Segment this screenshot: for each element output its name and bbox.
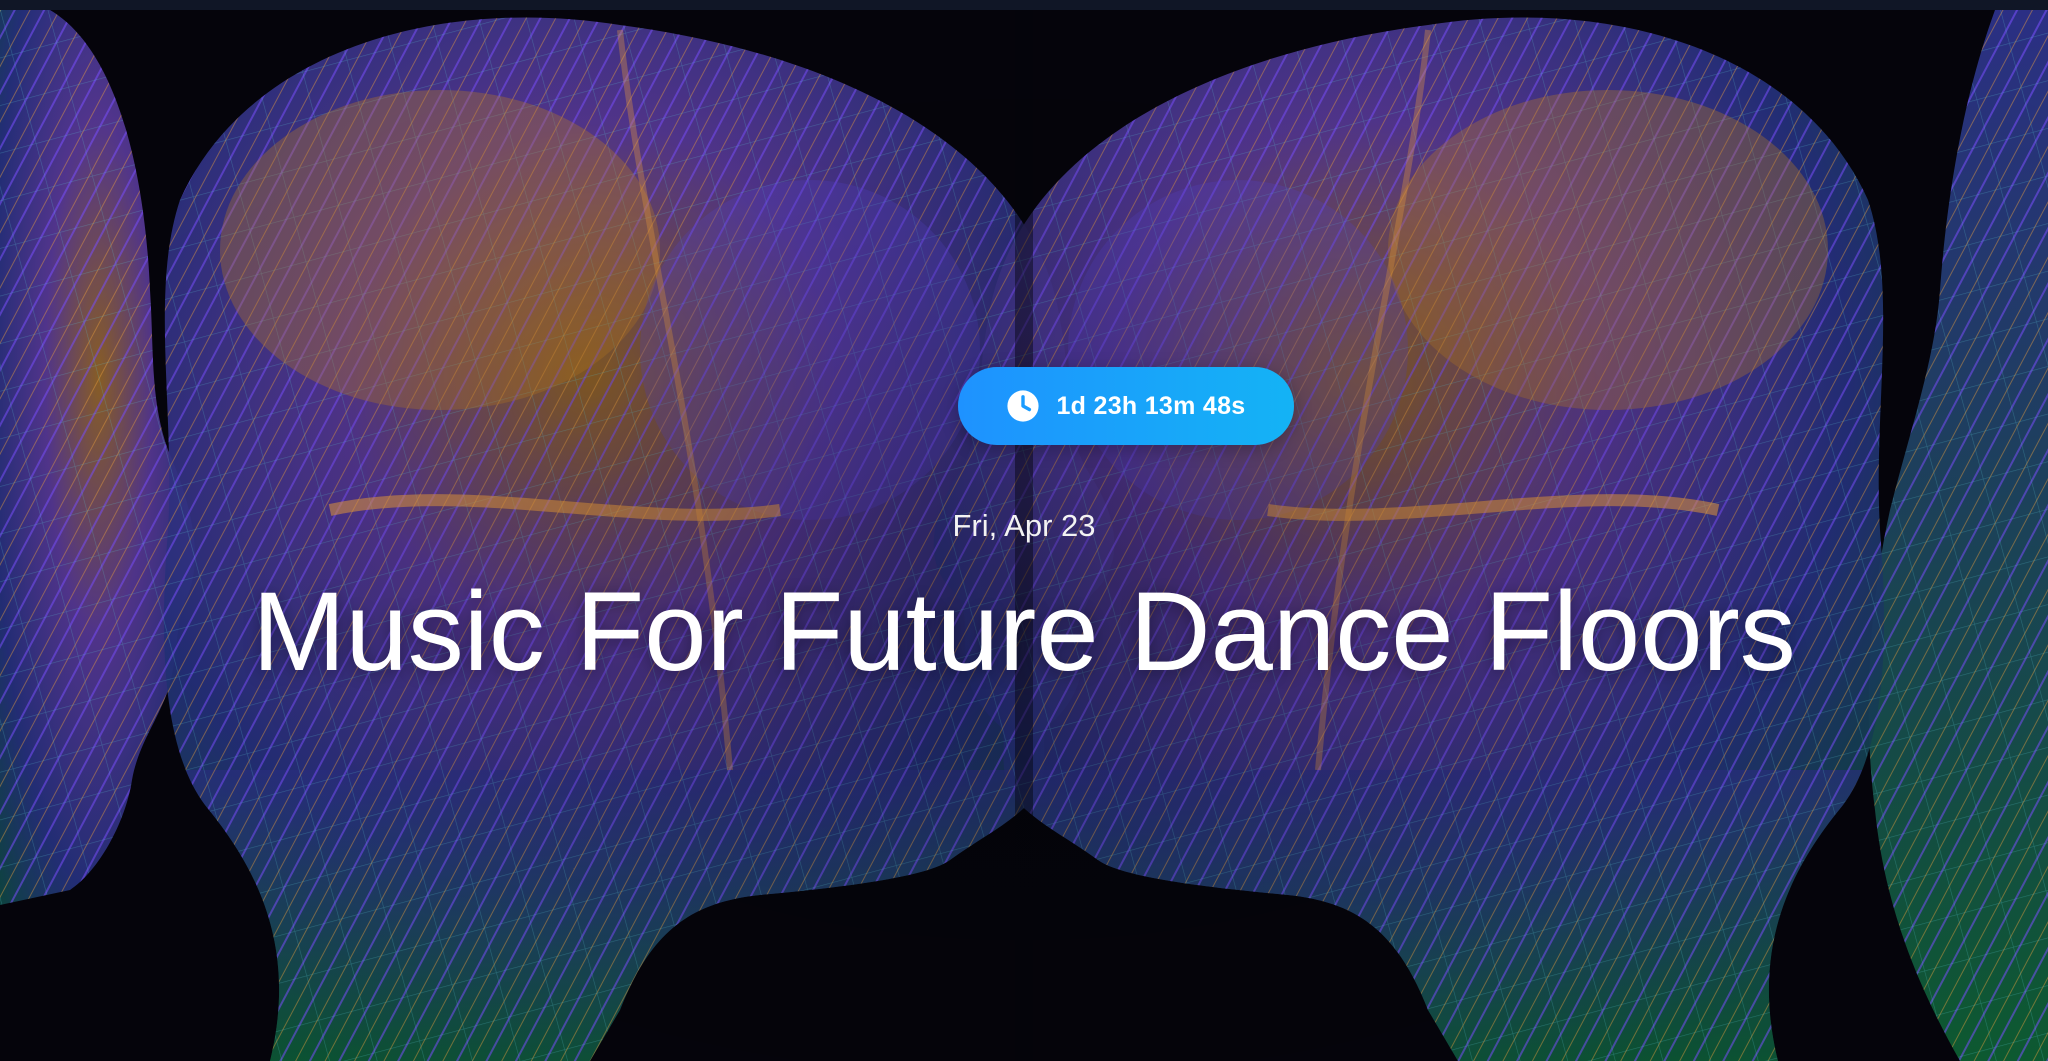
event-date: Fri, Apr 23	[952, 508, 1096, 543]
event-title: Music For Future Dance Floors	[252, 569, 1796, 694]
countdown-badge: 1d 23h 13m 48s	[958, 367, 1294, 445]
top-bar	[0, 0, 2048, 10]
event-hero: 1d 23h 13m 48s Fri, Apr 23 Music For Fut…	[0, 10, 2048, 1061]
countdown-text: 1d 23h 13m 48s	[1056, 391, 1246, 420]
clock-icon	[1007, 390, 1040, 422]
